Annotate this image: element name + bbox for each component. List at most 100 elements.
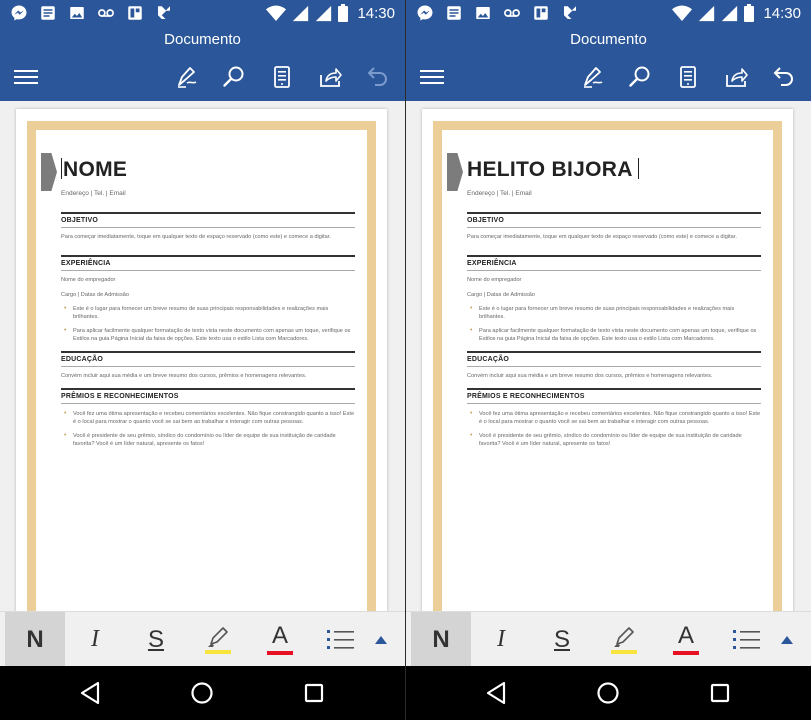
recents-button[interactable]	[705, 678, 735, 708]
list-item[interactable]: Para aplicar facilmente qualquer formata…	[61, 327, 355, 343]
list-item[interactable]: Este é o lugar para fornecer um breve re…	[467, 305, 761, 321]
share-button[interactable]	[722, 63, 750, 91]
strike-label: S	[553, 625, 570, 653]
strikethrough-button[interactable]: S	[536, 612, 588, 667]
bullet-list-button[interactable]	[316, 612, 366, 667]
list-item[interactable]: Você é presidente de seu grêmio, síndico…	[61, 432, 355, 448]
section-title[interactable]: PRÊMIOS E RECONHECIMENTOS	[61, 390, 355, 404]
section-title[interactable]: OBJETIVO	[467, 214, 761, 228]
document-page[interactable]: NOME Endereço | Tel. | Email OBJETIVO Pa…	[16, 109, 387, 631]
flipboard-icon	[564, 6, 576, 19]
italic-button[interactable]: I	[476, 612, 526, 667]
document-page[interactable]: HELITO BIJORA Endereço | Tel. | Email OB…	[422, 109, 793, 631]
share-button[interactable]	[316, 63, 344, 91]
signal-icon	[722, 5, 738, 21]
android-nav-bar	[0, 666, 405, 720]
list-item[interactable]: Você fez uma ótima apresentação e recebe…	[61, 410, 355, 426]
messenger-icon	[417, 5, 433, 21]
app-bar: Documento	[0, 27, 405, 101]
home-button[interactable]	[593, 678, 623, 708]
bullet-list-button[interactable]	[722, 612, 772, 667]
search-button[interactable]	[626, 63, 654, 91]
wifi-icon	[266, 5, 287, 21]
reading-view-button[interactable]	[268, 63, 296, 91]
contact-line[interactable]: Endereço | Tel. | Email	[467, 190, 761, 197]
format-toolbar: N I S A	[0, 611, 405, 667]
section-title[interactable]: EXPERIÊNCIA	[61, 257, 355, 271]
page-content-area[interactable]: HELITO BIJORA Endereço | Tel. | Email OB…	[442, 130, 773, 631]
font-color-button[interactable]: A	[254, 612, 306, 667]
back-icon	[80, 681, 100, 705]
section-title[interactable]: OBJETIVO	[61, 214, 355, 228]
document-canvas[interactable]: NOME Endereço | Tel. | Email OBJETIVO Pa…	[0, 101, 405, 631]
education-text[interactable]: Convém incluir aqui sua média e um breve…	[467, 372, 761, 380]
objective-text[interactable]: Para começar imediatamente, toque em qua…	[61, 233, 355, 241]
employer-text[interactable]: Nome do empregador	[61, 276, 355, 284]
highlight-color-bar	[205, 649, 231, 654]
back-button[interactable]	[75, 678, 105, 708]
home-icon	[597, 682, 619, 704]
section-objective: OBJETIVO Para começar imediatamente, toq…	[467, 212, 761, 241]
contact-line[interactable]: Endereço | Tel. | Email	[61, 190, 355, 197]
undo-button[interactable]	[364, 63, 392, 91]
highlighter-icon	[208, 626, 228, 647]
draw-button[interactable]	[579, 63, 607, 91]
section-education: EDUCAÇÃO Convém incluir aqui sua média e…	[467, 351, 761, 380]
objective-text[interactable]: Para começar imediatamente, toque em qua…	[467, 233, 761, 241]
news-icon	[128, 6, 142, 20]
bold-button[interactable]: N	[5, 612, 65, 667]
role-dates-text[interactable]: Cargo | Datas de Admissão	[61, 291, 355, 299]
strike-label: S	[147, 625, 164, 653]
font-color-label: A	[677, 621, 694, 649]
list-item[interactable]: Este é o lugar para fornecer um breve re…	[61, 305, 355, 321]
name-heading[interactable]: NOME	[61, 158, 355, 182]
italic-button[interactable]: I	[70, 612, 120, 667]
page-content-area[interactable]: NOME Endereço | Tel. | Email OBJETIVO Pa…	[36, 130, 367, 631]
menu-icon	[420, 70, 444, 84]
notes-icon	[41, 6, 55, 20]
expand-toolbar-button[interactable]	[366, 612, 396, 667]
list-item[interactable]: Para aplicar facilmente qualquer formata…	[467, 327, 761, 343]
home-button[interactable]	[187, 678, 217, 708]
highlighter-icon	[614, 626, 634, 647]
status-time: 14:30	[763, 4, 801, 22]
section-experience: EXPERIÊNCIA Nome do empregador Cargo | D…	[467, 255, 761, 343]
menu-button[interactable]	[418, 63, 446, 91]
list-item[interactable]: Você fez uma ótima apresentação e recebe…	[467, 410, 761, 426]
reading-view-button[interactable]	[674, 63, 702, 91]
search-button[interactable]	[220, 63, 248, 91]
name-heading[interactable]: HELITO BIJORA	[467, 158, 761, 182]
recents-button[interactable]	[299, 678, 329, 708]
section-title[interactable]: EDUCAÇÃO	[467, 353, 761, 367]
search-icon	[629, 66, 650, 87]
undo-button[interactable]	[770, 63, 798, 91]
status-bar: 14:30	[0, 0, 405, 27]
bold-label: N	[432, 625, 450, 653]
status-time: 14:30	[357, 4, 395, 22]
document-title: Documento	[164, 31, 241, 48]
document-canvas[interactable]: HELITO BIJORA Endereço | Tel. | Email OB…	[406, 101, 811, 631]
home-icon	[191, 682, 213, 704]
font-color-label: A	[271, 621, 288, 649]
section-title[interactable]: EDUCAÇÃO	[61, 353, 355, 367]
section-title[interactable]: PRÊMIOS E RECONHECIMENTOS	[467, 390, 761, 404]
undo-icon	[367, 67, 387, 86]
role-dates-text[interactable]: Cargo | Datas de Admissão	[467, 291, 761, 299]
strikethrough-button[interactable]: S	[130, 612, 182, 667]
section-awards: PRÊMIOS E RECONHECIMENTOS Você fez uma ó…	[467, 388, 761, 448]
section-title[interactable]: EXPERIÊNCIA	[467, 257, 761, 271]
bold-button[interactable]: N	[411, 612, 471, 667]
back-button[interactable]	[481, 678, 511, 708]
menu-button[interactable]	[12, 63, 40, 91]
employer-text[interactable]: Nome do empregador	[467, 276, 761, 284]
notes-icon	[447, 6, 461, 20]
list-item[interactable]: Você é presidente de seu grêmio, síndico…	[467, 432, 761, 448]
education-text[interactable]: Convém incluir aqui sua média e um breve…	[61, 372, 355, 380]
status-bar: 14:30	[406, 0, 811, 27]
font-color-button[interactable]: A	[660, 612, 712, 667]
expand-toolbar-button[interactable]	[772, 612, 802, 667]
highlight-button[interactable]	[192, 612, 244, 667]
draw-button[interactable]	[173, 63, 201, 91]
highlight-button[interactable]	[598, 612, 650, 667]
format-toolbar: N I S A	[406, 611, 811, 667]
